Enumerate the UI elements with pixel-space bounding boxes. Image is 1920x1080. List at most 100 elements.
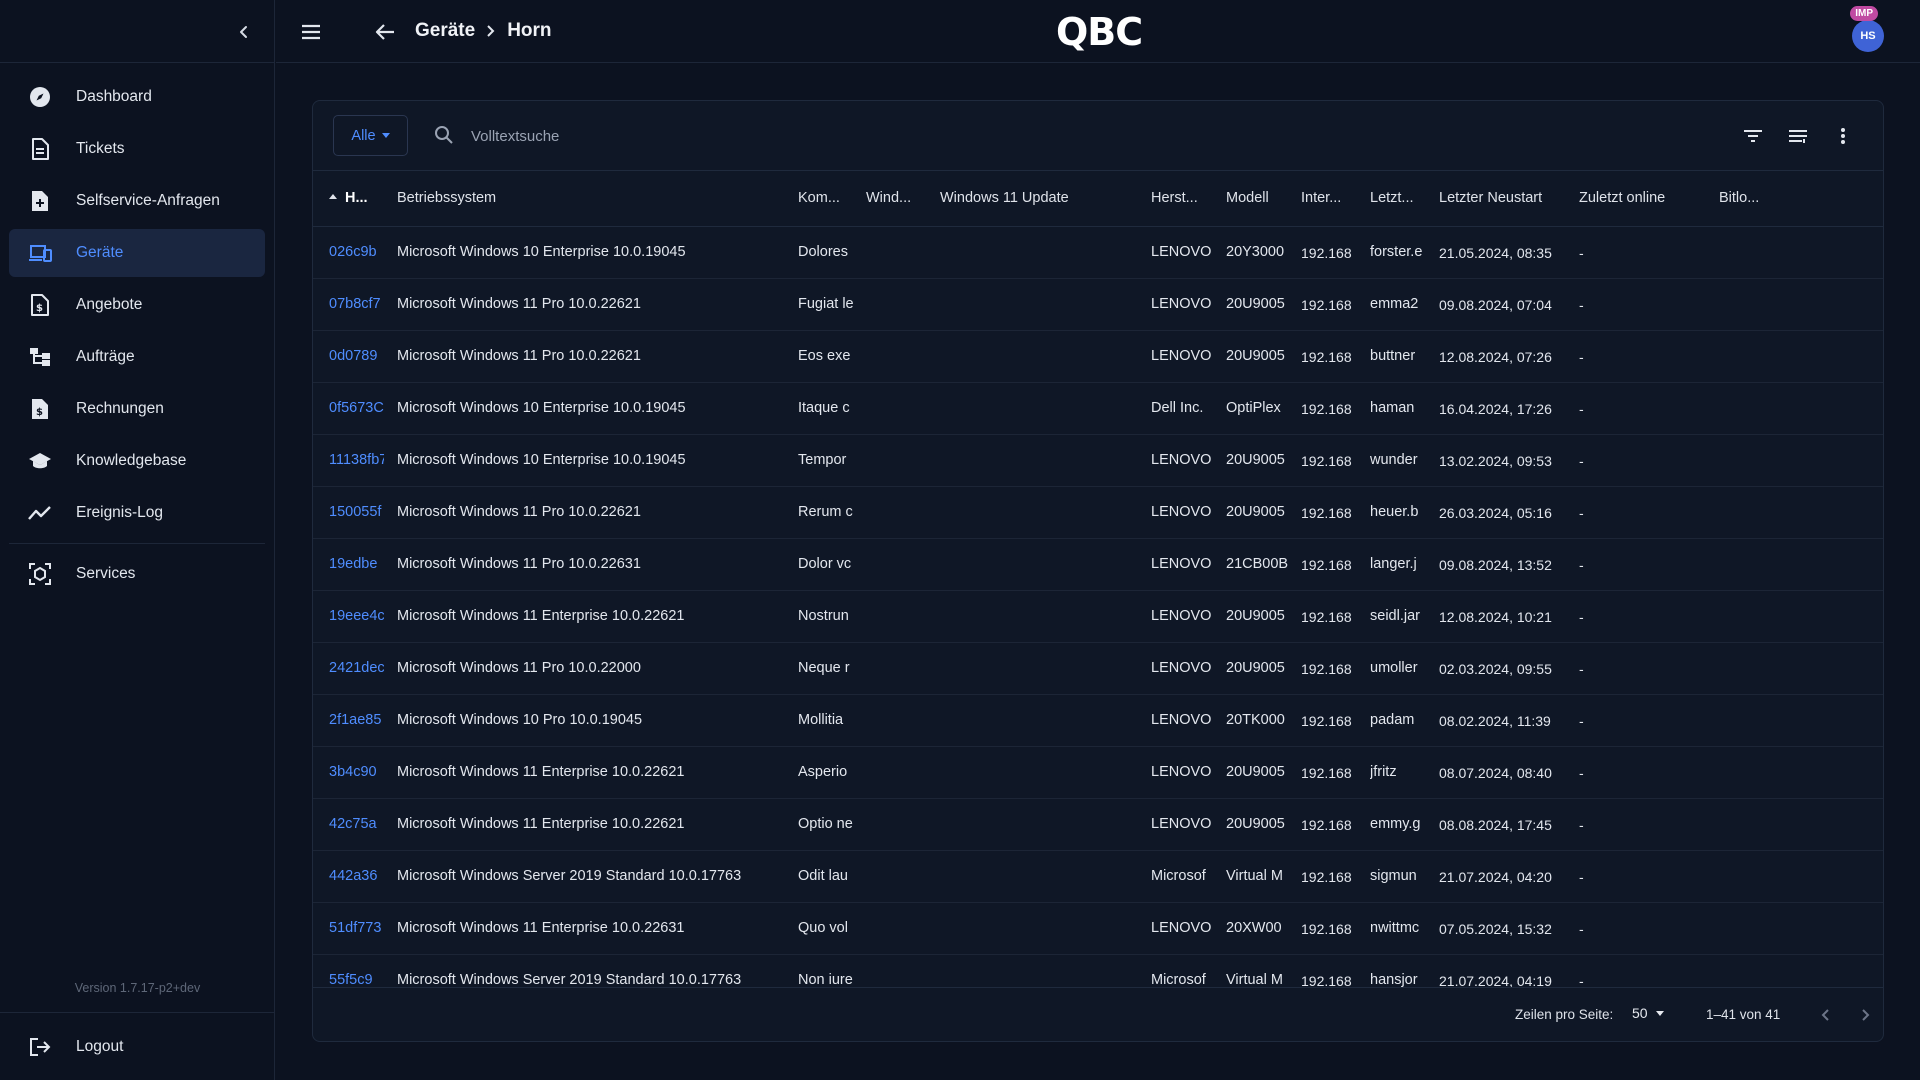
logout-button[interactable]: Logout (9, 1023, 266, 1071)
cell-zuletzt-online: - (1579, 765, 1584, 781)
sidebar-item-dashboard[interactable]: Dashboard (9, 73, 265, 121)
cell-hostname[interactable]: 07b8cf7 (329, 296, 384, 312)
cell-hostname[interactable]: 2421dec (329, 660, 384, 676)
column-header-windows[interactable]: Wind... (866, 190, 922, 206)
cell-hersteller: LENOVO (1151, 920, 1211, 936)
sidebar: Dashboard Tickets Selfservice-Anfragen G… (0, 0, 275, 1080)
sidebar-item-geraete[interactable]: Geräte (9, 229, 265, 277)
table-row[interactable]: 442a36 Microsoft Windows Server 2019 Stan… (313, 851, 1883, 903)
table-row[interactable]: 0f5673C Microsoft Windows 10 Enterprise 1… (313, 383, 1883, 435)
menu-button[interactable] (298, 19, 324, 45)
trend-line-icon (28, 501, 52, 525)
cell-kommentar: Eos exe (798, 348, 851, 364)
sidebar-item-selfservice[interactable]: Selfservice-Anfragen (9, 177, 265, 225)
table-row[interactable]: 150055f Microsoft Windows 11 Pro 10.0.226… (313, 487, 1883, 539)
cell-os: Microsoft Windows Server 2019 Standard 1… (397, 972, 742, 988)
column-header-hersteller[interactable]: Herst... (1151, 190, 1211, 206)
cell-modell: OptiPlex (1226, 400, 1281, 416)
cell-hostname[interactable]: 442a36 (329, 868, 384, 884)
table-row[interactable]: 2421dec Microsoft Windows 11 Pro 10.0.220… (313, 643, 1883, 695)
column-header-win11-update[interactable]: Windows 11 Update (940, 190, 1120, 206)
sidebar-item-label: Rechnungen (76, 400, 164, 417)
caret-down-icon (1655, 1010, 1664, 1016)
cell-zuletzt-online: - (1579, 661, 1584, 677)
cell-letzter-user: nwittmc (1370, 920, 1420, 936)
columns-button[interactable] (1785, 123, 1811, 149)
cell-hersteller: LENOVO (1151, 556, 1211, 572)
cell-zuletzt-online: - (1579, 817, 1584, 833)
filter-select[interactable]: Alle (333, 115, 408, 156)
table-row[interactable]: 3b4c90 Microsoft Windows 11 Enterprise 10… (313, 747, 1883, 799)
column-header-hostname[interactable]: H... (329, 190, 389, 206)
cell-kommentar: Mollitia (798, 712, 844, 728)
sidebar-item-rechnungen[interactable]: $ Rechnungen (9, 385, 265, 433)
back-button[interactable] (372, 19, 398, 45)
sidebar-item-auftraege[interactable]: Aufträge (9, 333, 265, 381)
cell-hostname[interactable]: 55f5c9 (329, 972, 384, 988)
rows-per-page-select[interactable]: 50 (1632, 1005, 1664, 1021)
nav-divider (9, 543, 265, 544)
table-row[interactable]: 0d0789 Microsoft Windows 11 Pro 10.0.2262… (313, 331, 1883, 383)
filter-button[interactable] (1740, 123, 1766, 149)
previous-page-button[interactable] (1815, 1004, 1837, 1026)
next-page-button[interactable] (1854, 1004, 1876, 1026)
column-header-os[interactable]: Betriebssystem (397, 190, 787, 206)
cell-os: Microsoft Windows 11 Pro 10.0.22621 (397, 296, 641, 312)
cell-hostname[interactable]: 11138fb7 (329, 452, 384, 468)
table-row[interactable]: 19edbe Microsoft Windows 11 Pro 10.0.2263… (313, 539, 1883, 591)
table-row[interactable]: 2f1ae85 Microsoft Windows 10 Pro 10.0.190… (313, 695, 1883, 747)
cell-hostname[interactable]: 19eee4c (329, 608, 384, 624)
logout-section: Logout (0, 1012, 275, 1071)
column-header-modell[interactable]: Modell (1226, 190, 1288, 206)
sidebar-item-angebote[interactable]: $ Angebote (9, 281, 265, 329)
arrow-left-icon (375, 24, 394, 40)
cell-hostname[interactable]: 3b4c90 (329, 764, 384, 780)
cell-letzter-user: jfritz (1370, 764, 1397, 780)
cell-hostname[interactable]: 42c75a (329, 816, 384, 832)
collapse-sidebar-button[interactable] (232, 20, 256, 44)
sidebar-item-ereignis-log[interactable]: Ereignis-Log (9, 489, 265, 537)
cell-letzter-neustart: 12.08.2024, 07:26 (1439, 349, 1552, 365)
table-row[interactable]: 51df773 Microsoft Windows 11 Enterprise 1… (313, 903, 1883, 955)
column-header-kommentar[interactable]: Kom... (798, 190, 858, 206)
rows-per-page-label: Zeilen pro Seite: (1515, 1007, 1614, 1022)
cell-letzter-user: buttner (1370, 348, 1416, 364)
table-row[interactable]: 026c9b Microsoft Windows 10 Enterprise 10… (313, 227, 1883, 279)
user-menu[interactable]: HS IMP (1844, 6, 1884, 52)
cell-hostname[interactable]: 150055f (329, 504, 384, 520)
cell-hersteller: Dell Inc. (1151, 400, 1204, 416)
cell-kommentar: Rerum c (798, 504, 853, 520)
cell-zuletzt-online: - (1579, 453, 1584, 469)
cell-kommentar: Quo vol (798, 920, 848, 936)
cell-hostname[interactable]: 0d0789 (329, 348, 384, 364)
table-row[interactable]: 07b8cf7 Microsoft Windows 11 Pro 10.0.226… (313, 279, 1883, 331)
document-icon (28, 137, 52, 161)
column-header-letzter-neustart[interactable]: Letzter Neustart (1439, 190, 1574, 206)
breadcrumb-geraete[interactable]: Geräte (415, 20, 475, 42)
more-options-button[interactable] (1830, 123, 1856, 149)
cell-os: Microsoft Windows 11 Enterprise 10.0.226… (397, 608, 685, 624)
search-input[interactable] (471, 123, 1071, 149)
table-row[interactable]: 42c75a Microsoft Windows 11 Enterprise 10… (313, 799, 1883, 851)
column-header-interne-ip[interactable]: Inter... (1301, 190, 1361, 206)
column-header-letzter-user[interactable]: Letzt... (1370, 190, 1426, 206)
sidebar-item-tickets[interactable]: Tickets (9, 125, 265, 173)
avatar[interactable]: HS (1852, 20, 1884, 52)
cell-letzter-user: wunder (1370, 452, 1418, 468)
table-toolbar: Alle (313, 101, 1883, 171)
sidebar-item-services[interactable]: Services (9, 550, 265, 598)
cell-hostname[interactable]: 026c9b (329, 244, 384, 260)
cell-hersteller: Microsof (1151, 868, 1206, 884)
cell-hostname[interactable]: 0f5673C (329, 400, 384, 416)
cell-hostname[interactable]: 2f1ae85 (329, 712, 384, 728)
cell-modell: 21CB00B (1226, 556, 1288, 572)
table-row[interactable]: 11138fb7 Microsoft Windows 10 Enterprise … (313, 435, 1883, 487)
column-header-bitlocker[interactable]: Bitlo... (1719, 190, 1779, 206)
table-row[interactable]: 19eee4c Microsoft Windows 11 Enterprise 1… (313, 591, 1883, 643)
cell-zuletzt-online: - (1579, 713, 1584, 729)
cell-hostname[interactable]: 51df773 (329, 920, 384, 936)
column-header-zuletzt-online[interactable]: Zuletzt online (1579, 190, 1709, 206)
sidebar-item-knowledgebase[interactable]: Knowledgebase (9, 437, 265, 485)
invoice-icon: $ (28, 397, 52, 421)
cell-hostname[interactable]: 19edbe (329, 556, 384, 572)
